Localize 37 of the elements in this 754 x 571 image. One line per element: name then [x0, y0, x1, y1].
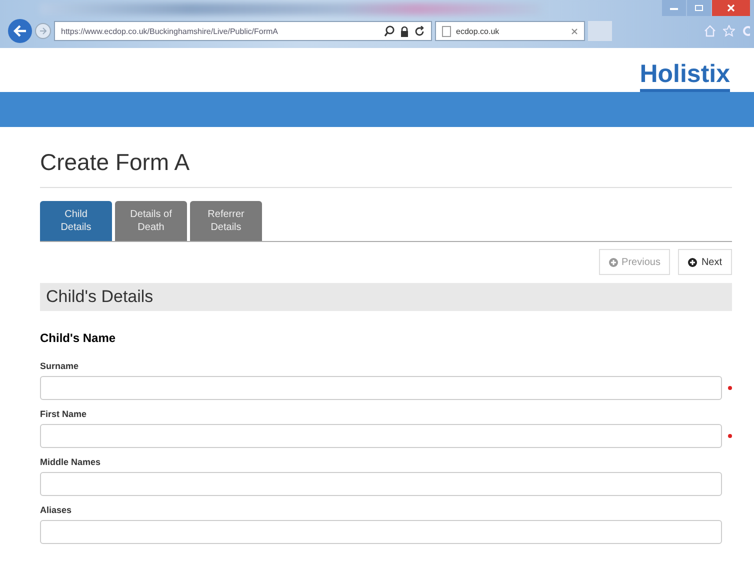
field-label: Aliases — [40, 505, 73, 515]
search-icon[interactable] — [384, 25, 395, 37]
field-label: First Name — [40, 409, 88, 419]
minimize-icon — [669, 5, 679, 11]
forward-arrow-icon — [39, 27, 47, 35]
forward-button[interactable] — [35, 23, 51, 39]
close-icon[interactable] — [571, 28, 578, 34]
input-field[interactable] — [40, 376, 722, 400]
field-label: Surname — [40, 361, 80, 371]
settings-icon[interactable] — [742, 25, 750, 37]
maximize-icon — [694, 4, 704, 12]
new-tab-button[interactable] — [588, 21, 612, 41]
home-icon[interactable] — [704, 25, 716, 37]
form-tab[interactable]: Details of Death — [115, 201, 187, 241]
close-button[interactable] — [712, 0, 750, 16]
back-button[interactable] — [8, 19, 32, 43]
star-icon[interactable] — [723, 25, 735, 37]
close-icon — [726, 4, 736, 12]
back-arrow-icon — [13, 25, 27, 37]
address-bar[interactable]: https://www.ecdop.co.uk/Buckinghamshire/Live/Public/FormA — [54, 21, 432, 41]
page-icon — [442, 26, 451, 36]
browser-tab[interactable]: ecdop.co.uk — [435, 21, 585, 41]
page-title: Create Form A — [40, 148, 191, 177]
nav-button[interactable]: Next — [678, 249, 732, 275]
lock-icon — [400, 26, 409, 36]
refresh-icon[interactable] — [414, 26, 425, 36]
input-field[interactable] — [40, 520, 722, 544]
group-title: Child's Name — [40, 331, 117, 345]
input-field[interactable] — [40, 424, 722, 448]
input-field[interactable] — [40, 472, 722, 496]
maximize-button[interactable] — [687, 0, 711, 16]
section-header: Child's Details — [40, 283, 732, 311]
form-tab[interactable]: Child Details — [40, 201, 112, 241]
field-label: Middle Names — [40, 457, 102, 467]
plus-circle-icon — [688, 258, 698, 266]
minimize-button[interactable] — [662, 0, 686, 16]
form-tab[interactable]: Referrer Details — [190, 201, 262, 241]
